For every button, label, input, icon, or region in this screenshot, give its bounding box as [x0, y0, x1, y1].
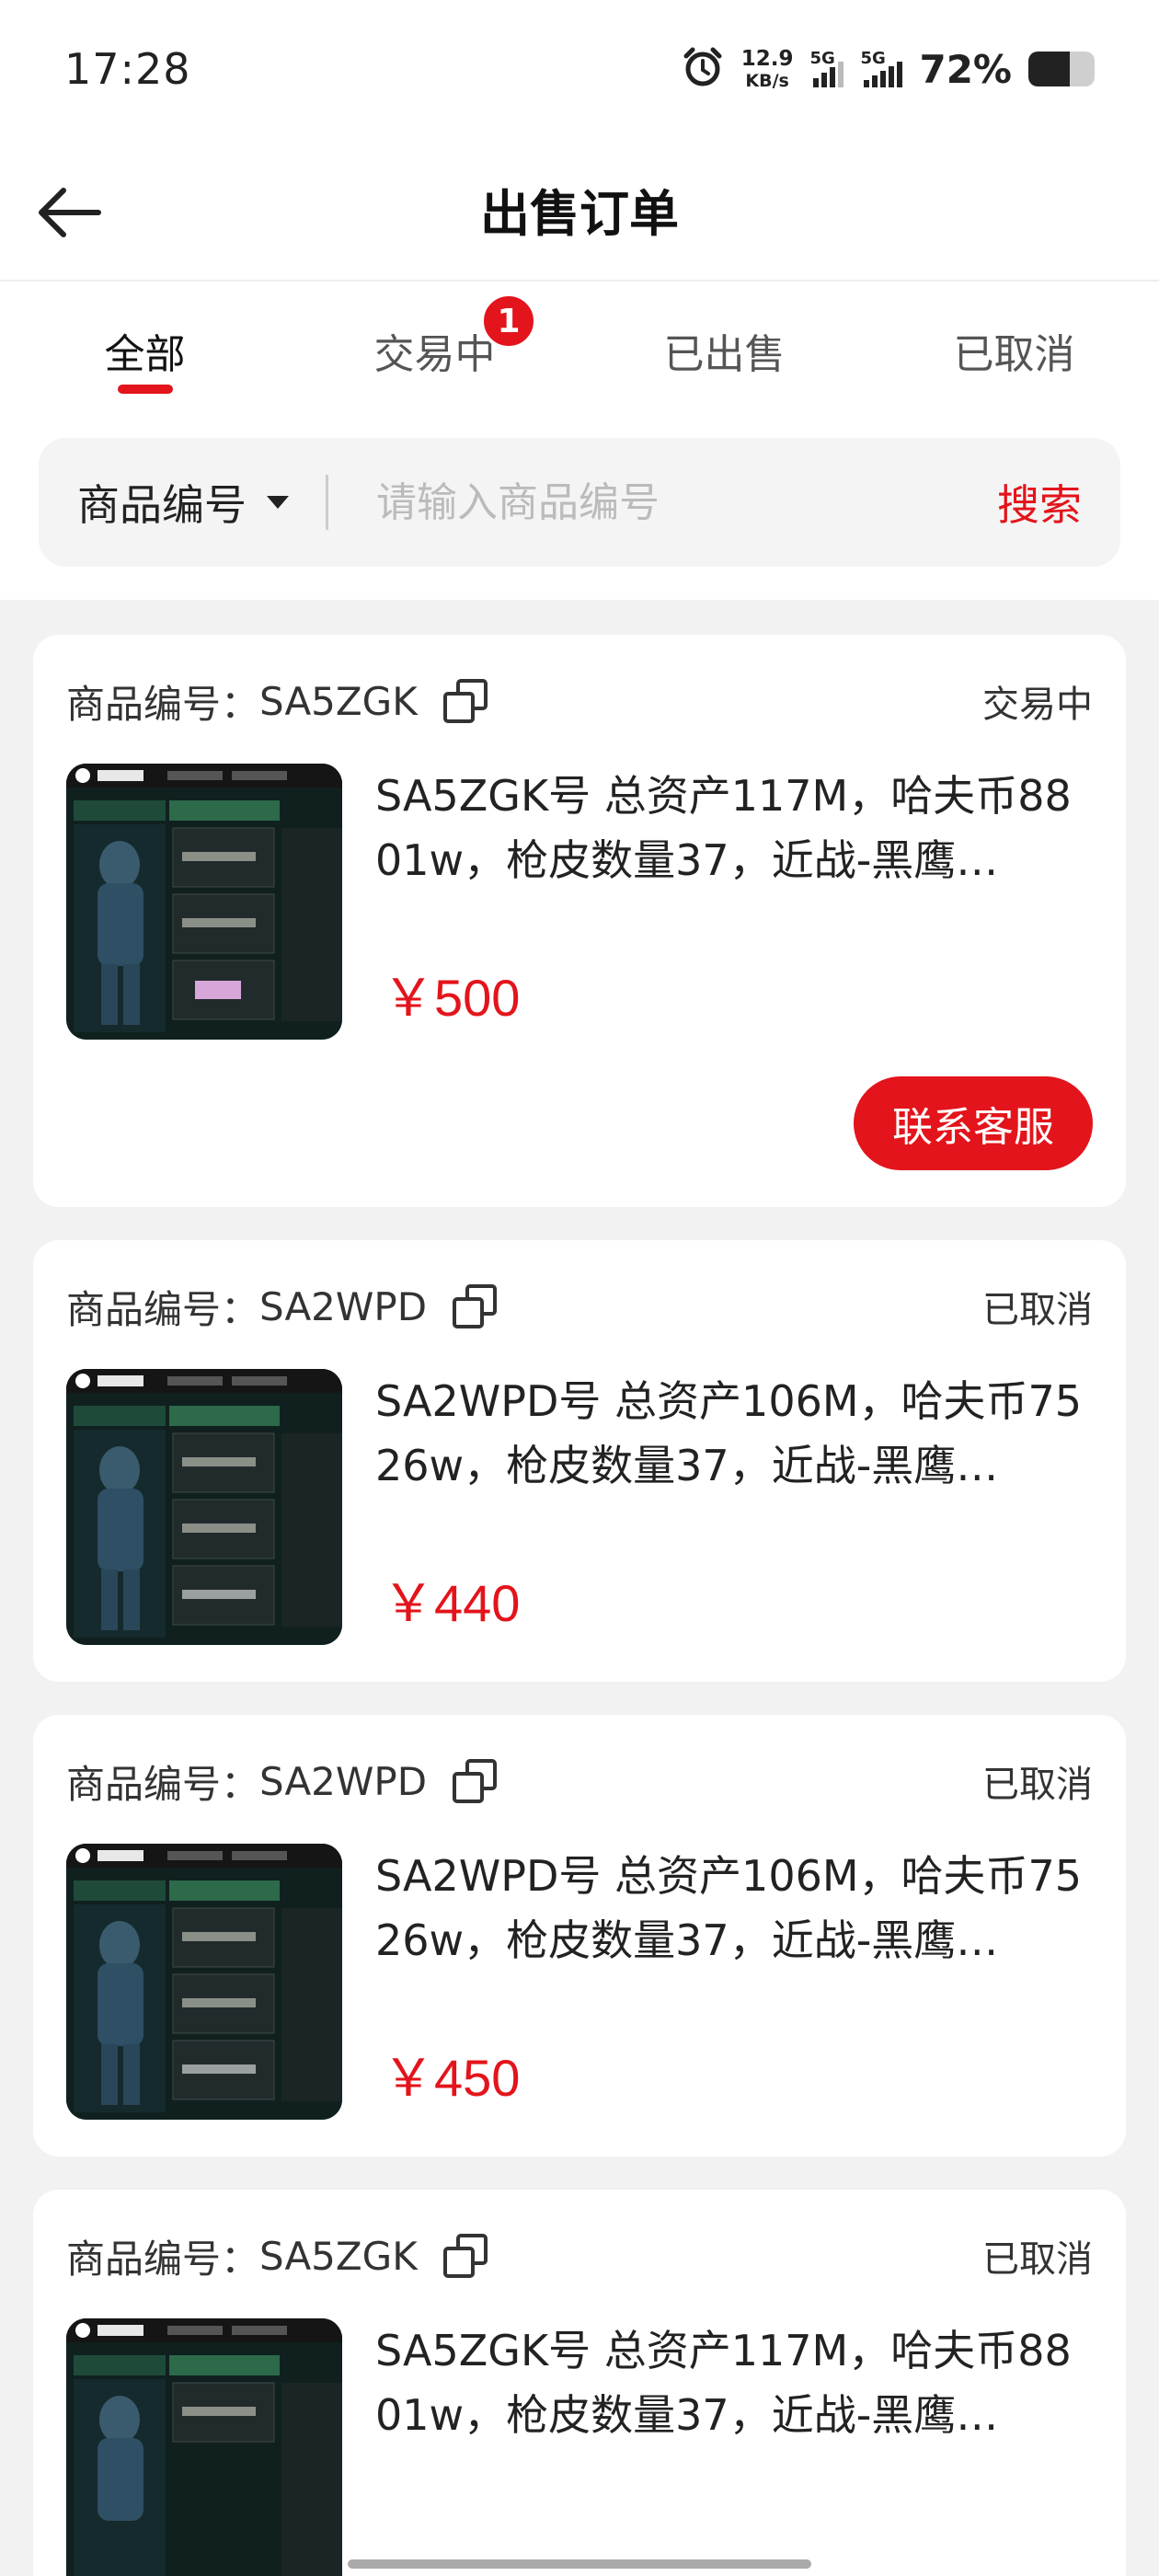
- product-thumbnail[interactable]: [66, 1844, 342, 2120]
- home-indicator[interactable]: [348, 2559, 811, 2569]
- tab-sold[interactable]: 已出售: [580, 282, 869, 420]
- back-arrow-icon: [39, 188, 101, 237]
- order-status: 交易中: [982, 684, 1093, 726]
- product-sn-value: SA2WPD: [259, 1283, 428, 1329]
- product-title: SA5ZGK号 总资产117M，哈夫币8801w，枪皮数量37，近战-黑鹰…: [375, 771, 1072, 885]
- divider: [326, 475, 328, 530]
- tab-all[interactable]: 全部: [0, 282, 290, 420]
- page-title: 出售订单: [480, 184, 679, 243]
- order-status: 已取消: [982, 2238, 1093, 2281]
- search-input[interactable]: [376, 478, 997, 526]
- tab-trading[interactable]: 交易中 1: [290, 282, 580, 420]
- search-type-dropdown[interactable]: 商品编号: [77, 472, 289, 533]
- app-header: 出售订单: [0, 138, 1159, 282]
- product-sn: 商品编号： SA2WPD: [66, 1754, 498, 1810]
- copy-icon[interactable]: [453, 1759, 498, 1803]
- net-speed: 12.9 KB/s: [740, 46, 794, 91]
- tab-badge: 1: [480, 293, 537, 350]
- search-button[interactable]: 搜索: [997, 472, 1082, 533]
- signal-icon-sim2: 5G: [860, 49, 903, 87]
- order-card[interactable]: 商品编号： SA2WPD 已取消 SA2WPD号 总资产106M，哈夫币7526…: [33, 1715, 1126, 2156]
- order-card[interactable]: 商品编号： SA5ZGK 已取消 SA5ZGK号 总资产117M，哈夫币8801…: [33, 2190, 1126, 2576]
- order-status: 已取消: [982, 1289, 1093, 1331]
- contact-support-button[interactable]: 联系客服: [854, 1076, 1093, 1170]
- product-sn: 商品编号： SA5ZGK: [66, 2228, 488, 2284]
- search-box: 商品编号 搜索: [39, 438, 1120, 567]
- back-button[interactable]: [28, 171, 110, 254]
- search-bar: 商品编号 搜索: [0, 420, 1159, 600]
- battery-percent: 72%: [919, 46, 1012, 92]
- product-price: ￥450: [383, 2049, 521, 2107]
- order-card[interactable]: 商品编号： SA5ZGK 交易中 SA5ZGK号 总资产117M，哈夫币8801…: [33, 635, 1126, 1207]
- tab-cancelled[interactable]: 已取消: [869, 282, 1159, 420]
- copy-icon[interactable]: [442, 679, 488, 723]
- alarm-icon: [681, 45, 725, 93]
- product-title: SA2WPD号 总资产106M，哈夫币7526w，枪皮数量37，近战-黑鹰…: [375, 1851, 1083, 1965]
- copy-icon[interactable]: [453, 1284, 498, 1328]
- product-price: ￥440: [383, 1574, 521, 1632]
- search-type-label: 商品编号: [77, 480, 247, 530]
- status-bar: 17:28 12.9 KB/s 5G 5G 72%: [0, 0, 1159, 138]
- product-sn-value: SA5ZGK: [259, 678, 418, 724]
- product-thumbnail[interactable]: [66, 2318, 342, 2576]
- tab-label: 交易中: [373, 331, 496, 378]
- product-sn-value: SA2WPD: [259, 1758, 428, 1804]
- active-tab-indicator: [117, 385, 173, 394]
- product-price: ￥500: [383, 969, 521, 1027]
- product-title: SA5ZGK号 总资产117M，哈夫币8801w，枪皮数量37，近战-黑鹰…: [375, 2326, 1072, 2440]
- tab-label: 已出售: [663, 331, 786, 378]
- product-thumbnail[interactable]: [66, 764, 342, 1040]
- signal-icon-sim1: 5G: [809, 49, 844, 87]
- product-sn: 商品编号： SA2WPD: [66, 1279, 498, 1335]
- caret-down-icon: [267, 496, 289, 509]
- status-icons: 12.9 KB/s 5G 5G 72%: [681, 45, 1095, 93]
- copy-icon[interactable]: [442, 2234, 488, 2278]
- product-sn-value: SA5ZGK: [259, 2233, 418, 2279]
- product-title: SA2WPD号 总资产106M，哈夫币7526w，枪皮数量37，近战-黑鹰…: [375, 1376, 1083, 1490]
- status-time: 17:28: [64, 44, 191, 94]
- product-sn: 商品编号： SA5ZGK: [66, 673, 488, 730]
- battery-icon: [1028, 52, 1095, 86]
- order-card[interactable]: 商品编号： SA2WPD 已取消 SA2WPD号 总资产106M，哈夫币7526…: [33, 1240, 1126, 1682]
- tab-label: 全部: [104, 331, 186, 378]
- tab-label: 已取消: [953, 331, 1075, 378]
- order-list: 商品编号： SA5ZGK 交易中 SA5ZGK号 总资产117M，哈夫币8801…: [0, 600, 1159, 2576]
- order-tabs: 全部 交易中 1 已出售 已取消: [0, 282, 1159, 420]
- product-thumbnail[interactable]: [66, 1369, 342, 1645]
- order-status: 已取消: [982, 1764, 1093, 1806]
